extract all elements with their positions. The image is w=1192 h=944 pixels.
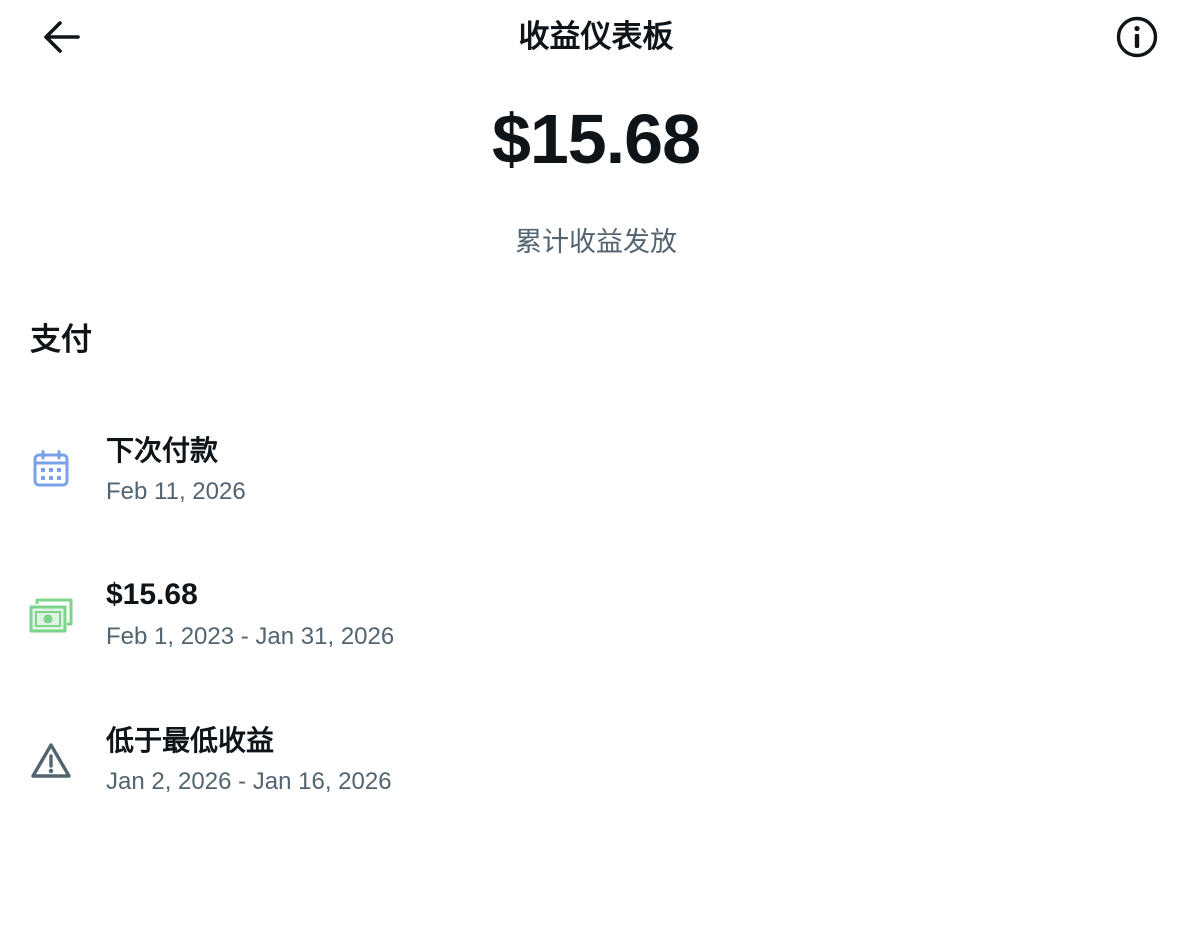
- top-bar: 收益仪表板: [0, 0, 1192, 78]
- list-item-below-minimum[interactable]: 低于最低收益 Jan 2, 2026 - Jan 16, 2026: [0, 708, 1192, 818]
- payments-section-title: 支付: [30, 322, 92, 358]
- warning-triangle-icon: [26, 736, 76, 786]
- total-earnings-amount: $15.68: [491, 100, 701, 178]
- info-circle-icon: [1115, 15, 1159, 63]
- total-earnings-caption: 累计收益发放: [515, 227, 677, 258]
- list-item-next-payment[interactable]: 下次付款 Feb 11, 2026: [0, 418, 1192, 528]
- next-payment-title: 下次付款: [106, 434, 219, 467]
- paid-amount-title: $15.68: [106, 578, 198, 611]
- next-payment-date: Feb 11, 2026: [106, 478, 246, 505]
- below-minimum-title: 低于最低收益: [106, 724, 275, 757]
- below-minimum-period: Jan 2, 2026 - Jan 16, 2026: [106, 768, 392, 795]
- paid-amount-period: Feb 1, 2023 - Jan 31, 2026: [106, 623, 395, 650]
- calendar-icon: [26, 444, 76, 494]
- list-item-paid-amount[interactable]: $15.68 Feb 1, 2023 - Jan 31, 2026: [0, 563, 1192, 673]
- info-button[interactable]: [1110, 14, 1164, 64]
- page-title: 收益仪表板: [518, 19, 674, 55]
- money-bill-icon: [26, 591, 76, 641]
